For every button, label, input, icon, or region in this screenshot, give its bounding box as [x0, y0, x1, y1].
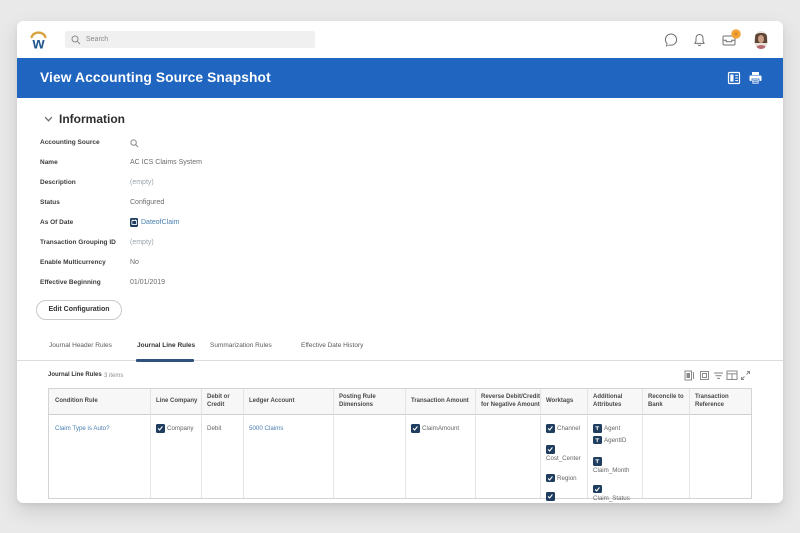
svg-text:w: w [31, 35, 45, 50]
